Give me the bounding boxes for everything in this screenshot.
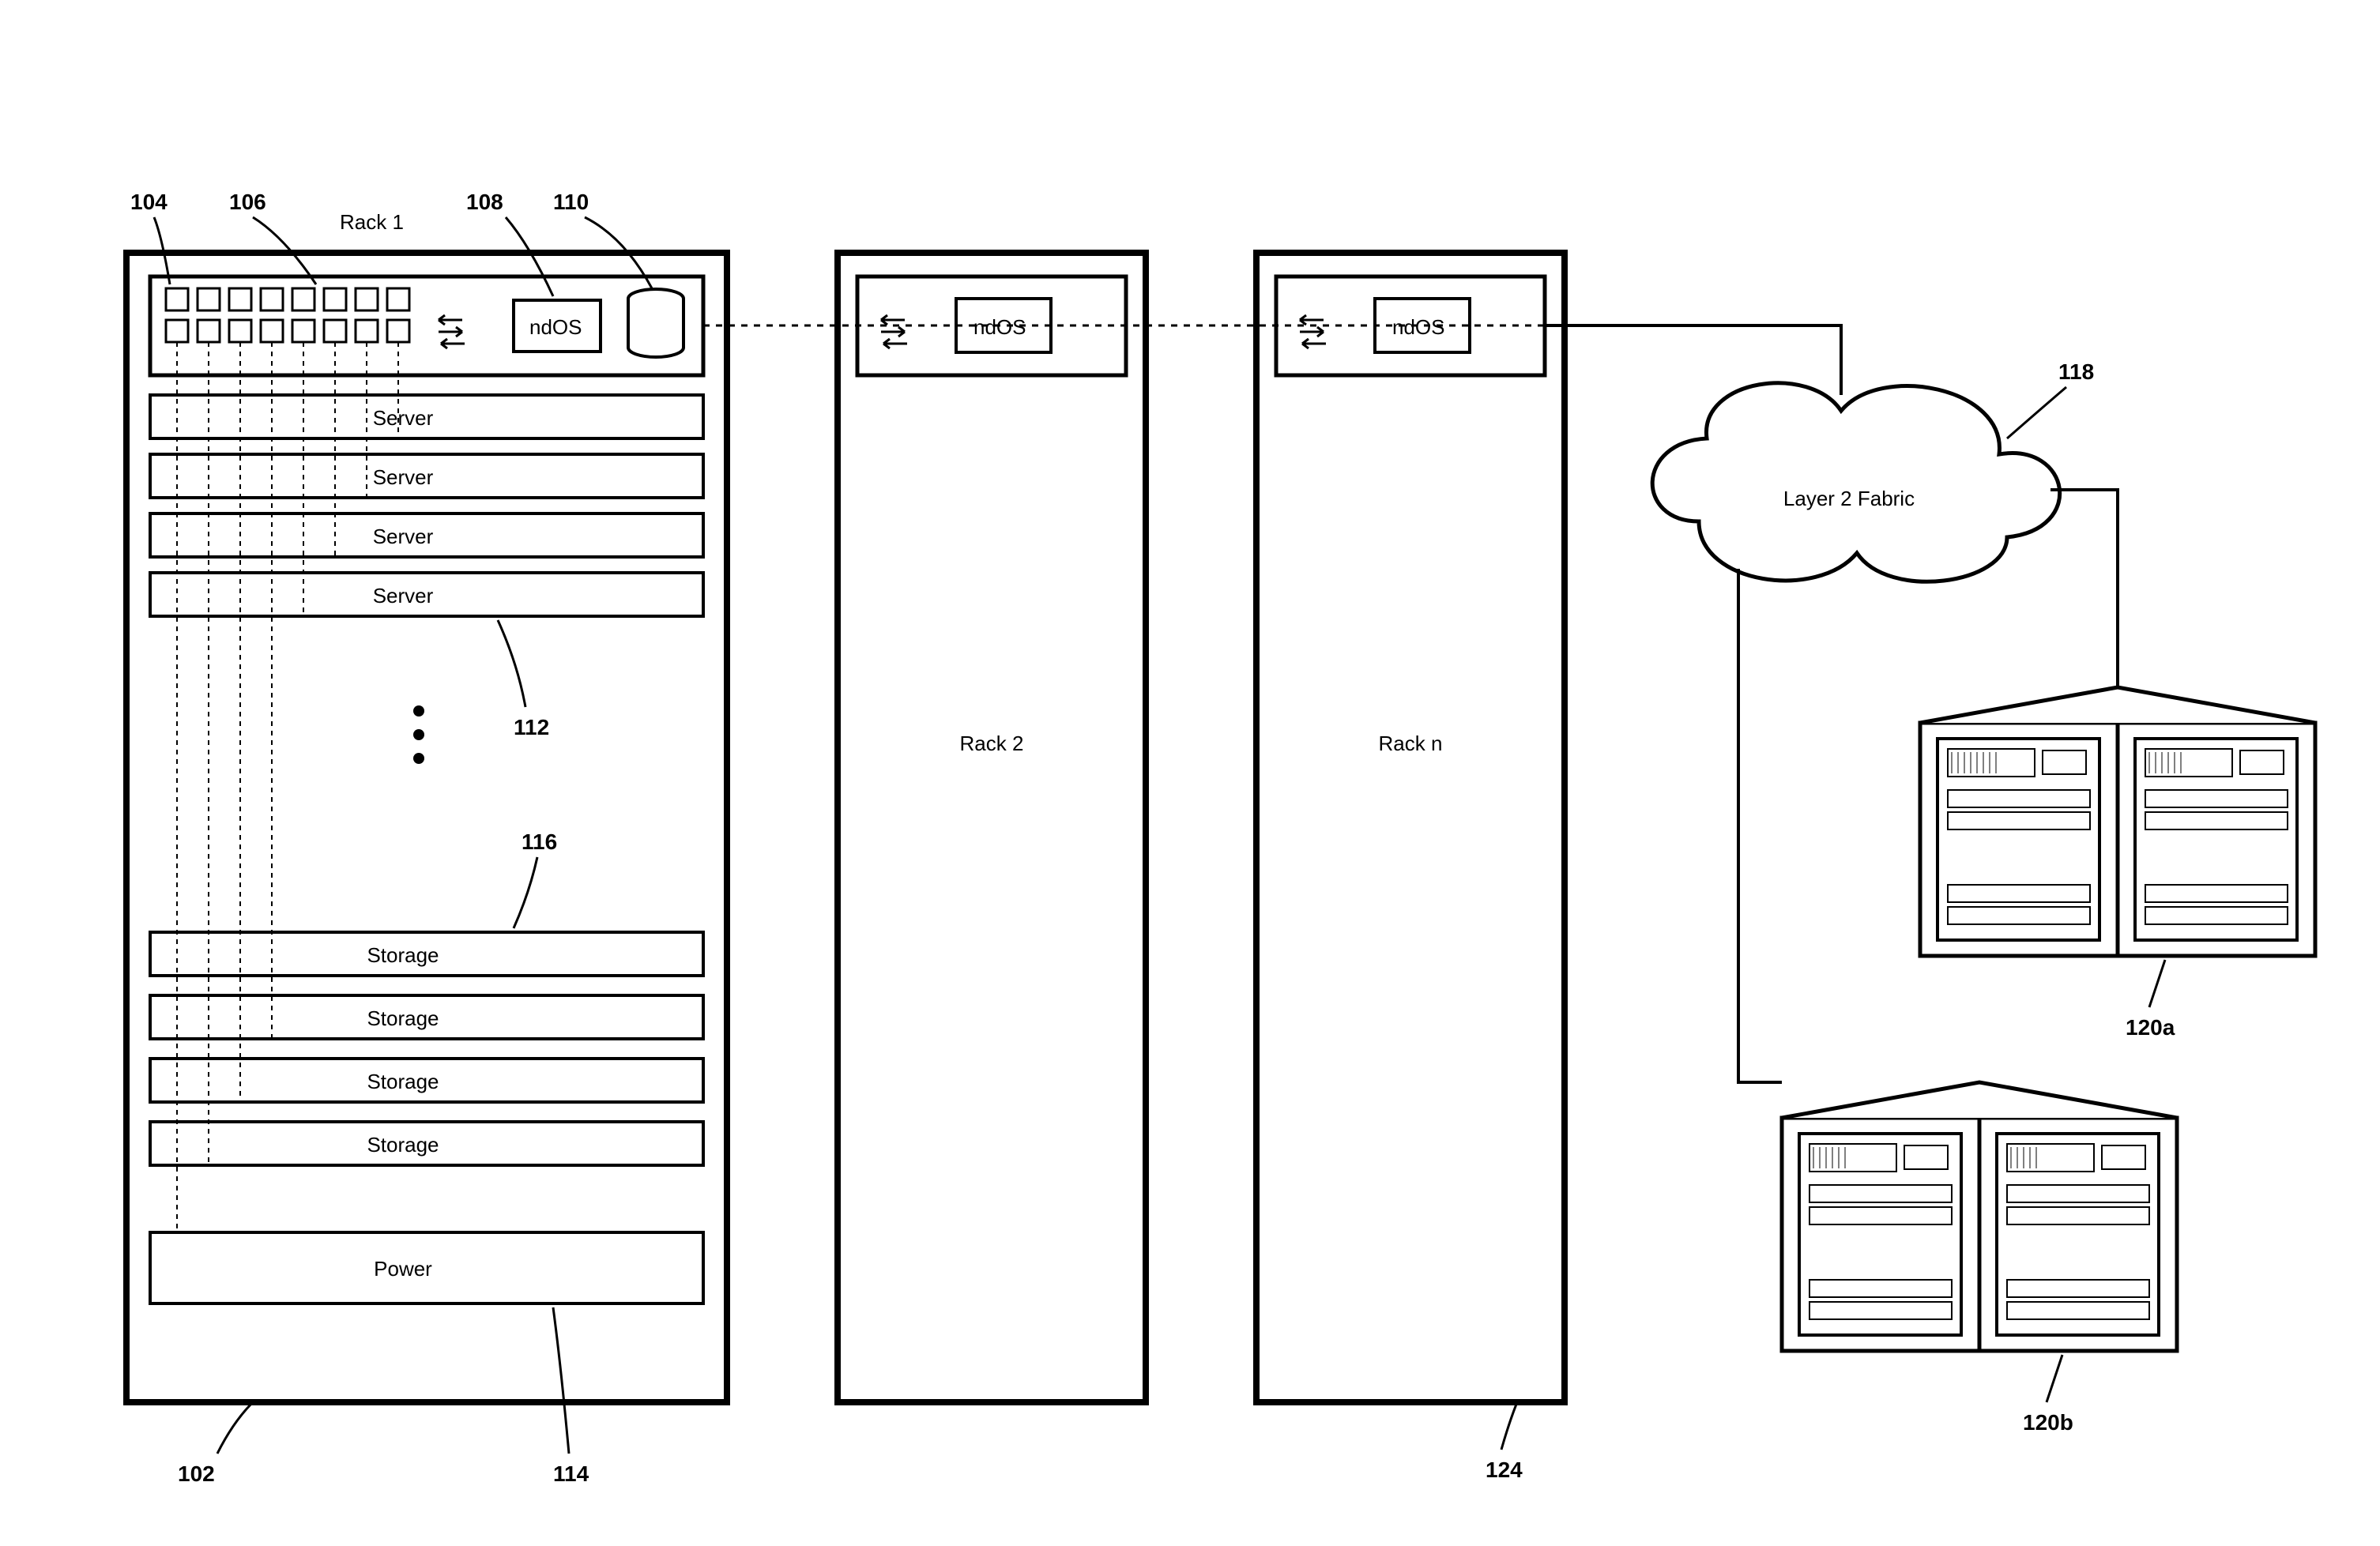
ref-124: 124 [1486,1402,1523,1482]
svg-text:118: 118 [2058,359,2094,384]
svg-text:120b: 120b [2023,1410,2073,1435]
rack-n-title: Rack n [1379,732,1443,755]
svg-text:110: 110 [553,190,589,214]
ndos-label: ndOS [529,315,582,339]
fabric-cloud: Layer 2 Fabric [1652,383,2059,581]
storage-label: Storage [367,1006,439,1030]
server-label: Server [373,584,434,607]
fabric-label: Layer 2 Fabric [1783,487,1915,510]
server-label: Server [373,465,434,489]
svg-text:102: 102 [178,1461,215,1486]
ndos-label: ndOS [1392,315,1445,339]
arrows-icon [1300,315,1326,348]
svg-text:116: 116 [522,829,557,854]
vertical-ellipsis-icon [413,705,424,764]
svg-text:108: 108 [466,190,503,214]
storage-label: Storage [367,1070,439,1093]
host-120b [1782,1082,2177,1351]
svg-text:104: 104 [130,190,168,214]
ref-120a: 120a [2126,960,2175,1040]
svg-text:112: 112 [514,715,549,739]
rack-2-title: Rack 2 [960,732,1024,755]
power-label: Power [374,1257,432,1281]
arrows-icon [881,315,907,348]
cloud-to-120b [1738,569,1782,1082]
arrows-icon [439,315,465,348]
rack-1-switch: ndOS [150,276,703,375]
svg-text:106: 106 [229,190,266,214]
svg-text:124: 124 [1486,1458,1523,1482]
ndos-label: ndOS [973,315,1026,339]
cloud-to-120a [2050,490,2118,687]
cylinder-icon [628,289,683,357]
rack-1-title: Rack 1 [340,210,404,234]
storage-label: Storage [367,1133,439,1157]
rack-2: Rack 2 ndOS [838,253,1146,1402]
server-label: Server [373,525,434,548]
ref-120b: 120b [2023,1355,2073,1435]
storage-label: Storage [367,943,439,967]
rack-1: Rack 1 [126,210,727,1402]
server-label: Server [373,406,434,430]
host-120a [1920,687,2315,956]
svg-text:120a: 120a [2126,1015,2175,1040]
svg-text:114: 114 [553,1461,589,1486]
ref-102: 102 [178,1402,253,1486]
rack-n: Rack n ndOS [1256,253,1565,1402]
ref-118: 118 [2007,359,2094,438]
